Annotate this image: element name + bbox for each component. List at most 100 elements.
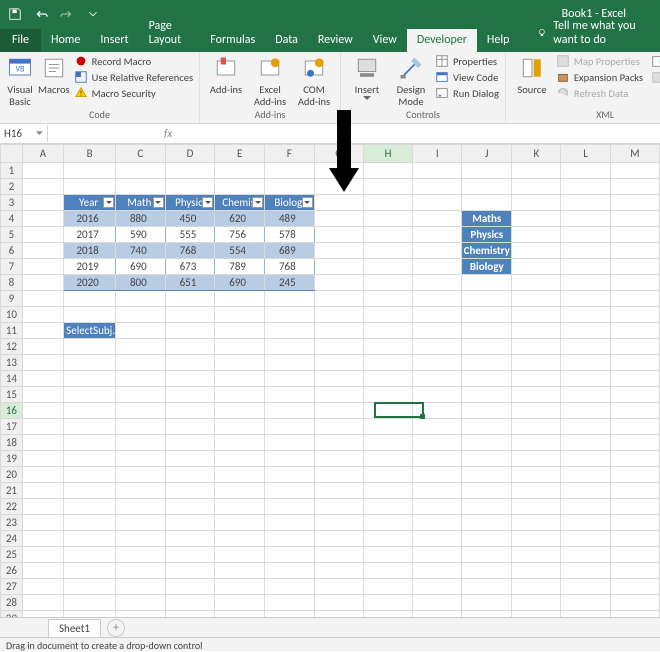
cell[interactable]: [265, 403, 315, 419]
cell[interactable]: [22, 483, 63, 499]
col-header[interactable]: B: [64, 145, 116, 163]
cell[interactable]: [215, 355, 265, 371]
cell[interactable]: [215, 451, 265, 467]
cell[interactable]: [462, 291, 512, 307]
cell[interactable]: [22, 435, 63, 451]
tab-page-layout[interactable]: Page Layout: [139, 15, 201, 52]
cell[interactable]: [116, 515, 166, 531]
qat-customize-icon[interactable]: [82, 3, 104, 25]
cell[interactable]: [165, 451, 215, 467]
cell[interactable]: [314, 355, 363, 371]
cell[interactable]: [22, 163, 63, 179]
cell[interactable]: [363, 531, 412, 547]
cell[interactable]: [215, 563, 265, 579]
cell[interactable]: [561, 163, 610, 179]
col-header[interactable]: D: [165, 145, 215, 163]
cell[interactable]: [363, 595, 412, 611]
cell[interactable]: [462, 403, 512, 419]
cell[interactable]: [22, 243, 63, 259]
cell[interactable]: [116, 339, 166, 355]
cell[interactable]: [512, 467, 561, 483]
cell[interactable]: [22, 595, 63, 611]
cell[interactable]: [561, 195, 610, 211]
col-header[interactable]: A: [22, 145, 63, 163]
cell[interactable]: [314, 307, 363, 323]
cell[interactable]: 768: [265, 259, 315, 275]
com-addins-button[interactable]: COM Add-ins: [294, 54, 334, 107]
cell[interactable]: [165, 531, 215, 547]
cell[interactable]: [363, 371, 412, 387]
cell[interactable]: [413, 467, 462, 483]
cell[interactable]: [165, 179, 215, 195]
tab-view[interactable]: View: [363, 29, 407, 52]
cell[interactable]: [413, 355, 462, 371]
cell[interactable]: Chemis: [215, 195, 265, 211]
cell[interactable]: [314, 531, 363, 547]
cell[interactable]: [561, 467, 610, 483]
cell[interactable]: [314, 211, 363, 227]
cell[interactable]: Chemistry: [462, 243, 512, 259]
row-header[interactable]: 27: [1, 579, 23, 595]
cell[interactable]: [512, 483, 561, 499]
cell[interactable]: [165, 371, 215, 387]
cell[interactable]: [363, 435, 412, 451]
cell[interactable]: [165, 563, 215, 579]
cell[interactable]: [22, 323, 63, 339]
cell[interactable]: [165, 595, 215, 611]
cell[interactable]: [610, 451, 659, 467]
cell[interactable]: Biology: [462, 259, 512, 275]
cell[interactable]: [561, 259, 610, 275]
cell[interactable]: [512, 179, 561, 195]
cell[interactable]: [22, 467, 63, 483]
cell[interactable]: [413, 323, 462, 339]
name-box[interactable]: H16: [0, 125, 48, 142]
cell[interactable]: [314, 323, 363, 339]
view-code-button[interactable]: View Code: [435, 70, 499, 84]
cell[interactable]: [64, 403, 116, 419]
cell[interactable]: [265, 579, 315, 595]
cell[interactable]: [413, 227, 462, 243]
cell[interactable]: [165, 355, 215, 371]
cell[interactable]: [561, 579, 610, 595]
cell[interactable]: [561, 211, 610, 227]
row-header[interactable]: 10: [1, 307, 23, 323]
cell[interactable]: [116, 531, 166, 547]
cell[interactable]: [64, 467, 116, 483]
cell[interactable]: [265, 339, 315, 355]
cell[interactable]: [314, 195, 363, 211]
properties-button[interactable]: Properties: [435, 54, 499, 68]
cell[interactable]: [610, 227, 659, 243]
cell[interactable]: [561, 387, 610, 403]
cell[interactable]: [610, 291, 659, 307]
cell[interactable]: [64, 531, 116, 547]
cell[interactable]: [363, 419, 412, 435]
row-header[interactable]: 26: [1, 563, 23, 579]
col-header[interactable]: H: [363, 145, 412, 163]
cell[interactable]: [413, 515, 462, 531]
cell[interactable]: [512, 275, 561, 291]
cell[interactable]: [116, 579, 166, 595]
cell[interactable]: [116, 323, 166, 339]
cell[interactable]: [165, 547, 215, 563]
cell[interactable]: [561, 339, 610, 355]
cell[interactable]: [314, 579, 363, 595]
cell[interactable]: [561, 291, 610, 307]
cell[interactable]: 578: [265, 227, 315, 243]
cell[interactable]: [22, 451, 63, 467]
cell[interactable]: [165, 435, 215, 451]
cell[interactable]: [512, 499, 561, 515]
macro-security-button[interactable]: ! Macro Security: [74, 86, 193, 100]
filter-dropdown-icon[interactable]: [302, 197, 313, 208]
cell[interactable]: [363, 243, 412, 259]
cell[interactable]: 489: [265, 211, 315, 227]
cell[interactable]: [165, 291, 215, 307]
cell[interactable]: [561, 531, 610, 547]
cell[interactable]: [413, 579, 462, 595]
cell[interactable]: [413, 531, 462, 547]
select-all-corner[interactable]: [1, 145, 23, 163]
cell[interactable]: [165, 419, 215, 435]
cell[interactable]: [265, 515, 315, 531]
cell[interactable]: [116, 435, 166, 451]
cell[interactable]: [610, 195, 659, 211]
cell[interactable]: [610, 387, 659, 403]
